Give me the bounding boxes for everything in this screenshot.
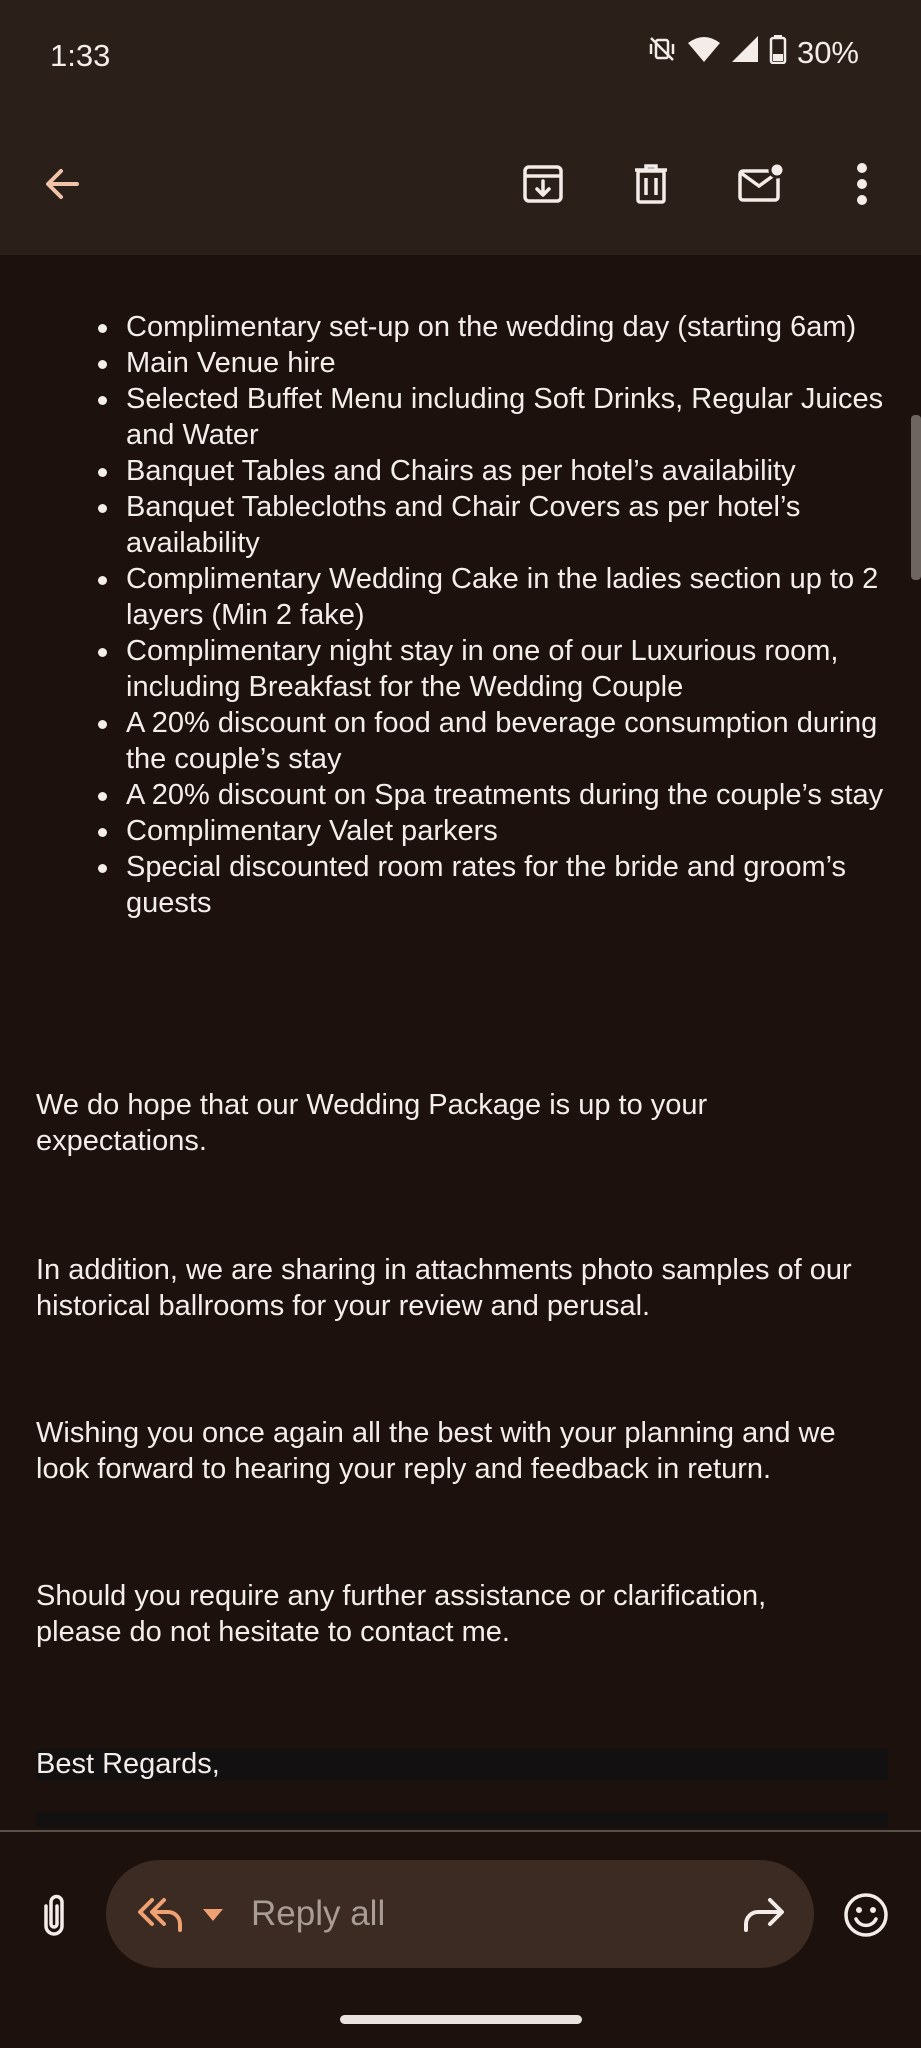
battery-icon [769, 34, 787, 72]
home-indicator[interactable] [340, 2015, 582, 2024]
list-item: Special discounted room rates for the br… [98, 849, 898, 921]
attach-icon[interactable] [36, 1892, 72, 1943]
signoff: Best Regards, [36, 1748, 220, 1780]
vibrate-off-icon [647, 34, 677, 72]
list-item: Complimentary set-up on the wedding day … [98, 309, 898, 345]
more-vert-icon[interactable] [838, 160, 886, 208]
reply-all-label: Reply all [251, 1894, 386, 1933]
reply-all-button[interactable]: Reply all [106, 1860, 814, 1968]
list-item: Main Venue hire [98, 345, 898, 381]
status-time: 1:33 [50, 38, 111, 73]
list-item: A 20% discount on food and beverage cons… [98, 705, 898, 777]
package-inclusions-list: Complimentary set-up on the wedding day … [98, 309, 898, 921]
wifi-icon [687, 35, 721, 71]
list-item: Banquet Tables and Chairs as per hotel’s… [98, 453, 898, 489]
status-bar: 1:33 30% [0, 0, 921, 110]
status-icons: 30% [647, 34, 859, 72]
arrow-left-icon[interactable] [38, 160, 86, 208]
signal-icon [731, 35, 759, 71]
list-item: A 20% discount on Spa treatments during … [98, 777, 898, 813]
list-item: Complimentary Valet parkers [98, 813, 898, 849]
emoji-icon[interactable] [843, 1892, 889, 1943]
list-item: Banquet Tablecloths and Chair Covers as … [98, 489, 898, 561]
list-item: Selected Buffet Menu including Soft Drin… [98, 381, 898, 453]
reply-all-icon [136, 1894, 184, 1939]
scrollbar-thumb[interactable] [911, 415, 921, 580]
battery-percent: 30% [796, 35, 859, 70]
forward-icon[interactable] [742, 1894, 786, 1939]
delete-icon[interactable] [627, 160, 675, 208]
body-paragraph: We do hope that our Wedding Package is u… [36, 1089, 708, 1157]
list-item: Complimentary night stay in one of our L… [98, 633, 898, 705]
email-toolbar [0, 110, 921, 255]
email-body: Complimentary set-up on the wedding day … [0, 255, 921, 1827]
mark-unread-icon[interactable] [737, 160, 785, 208]
body-paragraph: In addition, we are sharing in attachmen… [36, 1254, 852, 1322]
signature-highlight [36, 1812, 888, 1827]
body-paragraph: Should you require any further assistanc… [36, 1580, 767, 1648]
body-paragraph: Wishing you once again all the best with… [36, 1417, 836, 1485]
archive-icon[interactable] [519, 160, 567, 208]
list-item: Complimentary Wedding Cake in the ladies… [98, 561, 898, 633]
chevron-down-icon[interactable] [202, 1908, 224, 1927]
